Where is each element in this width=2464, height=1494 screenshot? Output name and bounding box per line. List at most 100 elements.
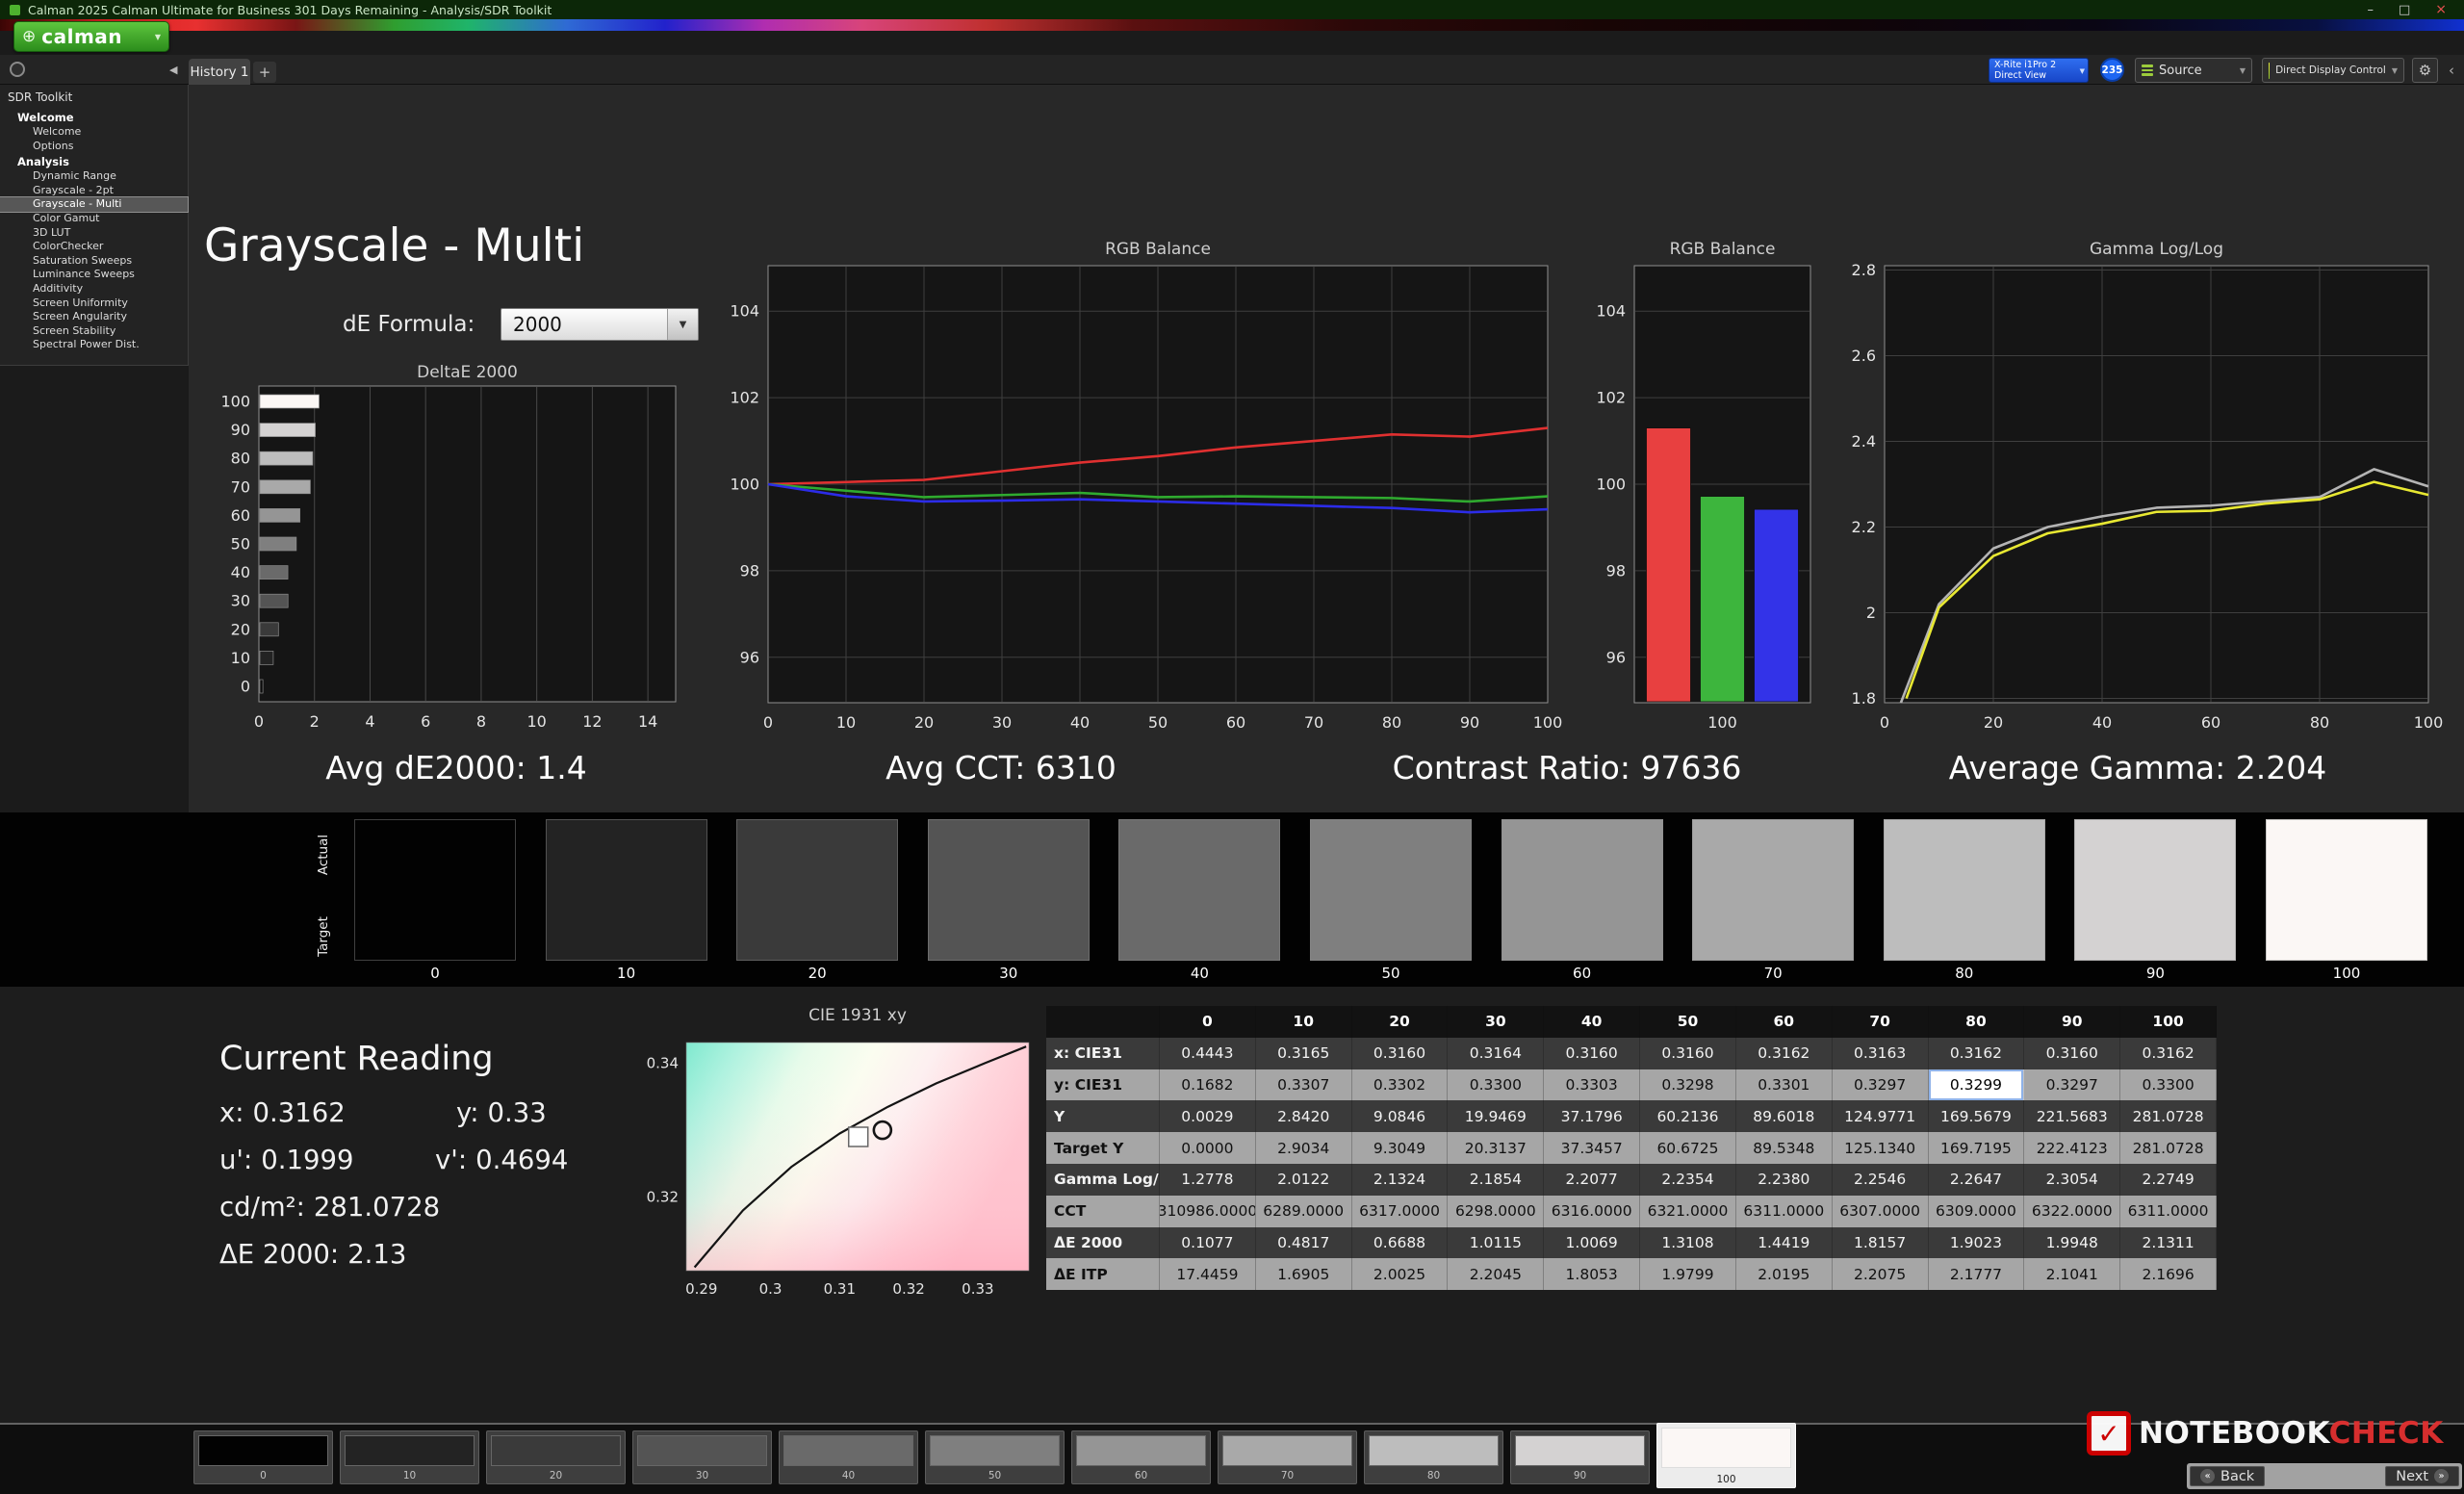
table-cell[interactable]: 310986.0000 [1160, 1196, 1256, 1227]
table-cell[interactable]: 1.8053 [1544, 1258, 1640, 1290]
table-cell[interactable]: 17.4459 [1160, 1258, 1256, 1290]
table-cell[interactable]: 281.0728 [2120, 1100, 2217, 1132]
table-cell[interactable]: 0.3299 [1929, 1069, 2025, 1101]
table-cell[interactable]: 1.4419 [1736, 1227, 1833, 1259]
table-cell[interactable]: 1.0069 [1544, 1227, 1640, 1259]
pattern-button-100[interactable]: 100 [1656, 1423, 1796, 1488]
table-cell[interactable]: 2.8420 [1256, 1100, 1352, 1132]
table-cell[interactable]: 169.7195 [1929, 1132, 2025, 1164]
minimize-button-icon[interactable]: – [2367, 4, 2374, 16]
pattern-button-60[interactable]: 60 [1071, 1430, 1211, 1484]
table-cell[interactable]: 89.6018 [1736, 1100, 1833, 1132]
table-cell[interactable]: 6309.0000 [1929, 1196, 2025, 1227]
table-cell[interactable]: 1.9948 [2024, 1227, 2120, 1259]
table-cell[interactable]: 0.0029 [1160, 1100, 1256, 1132]
table-cell[interactable]: 6322.0000 [2024, 1196, 2120, 1227]
table-cell[interactable]: 6316.0000 [1544, 1196, 1640, 1227]
table-cell[interactable]: 125.1340 [1833, 1132, 1929, 1164]
sidebar-item-grayscale-2pt[interactable]: Grayscale - 2pt [0, 184, 188, 198]
sidebar-section-welcome[interactable]: Welcome [0, 109, 188, 125]
calman-logo-button[interactable]: ⊕ calman ▼ [13, 21, 169, 52]
table-cell[interactable]: 0.6688 [1352, 1227, 1449, 1259]
table-cell[interactable]: 6311.0000 [2120, 1196, 2217, 1227]
source-dropdown[interactable]: Source ▼ [2135, 58, 2252, 83]
chevron-left-icon[interactable]: ◀ [169, 64, 177, 76]
table-cell[interactable]: 2.2045 [1448, 1258, 1544, 1290]
table-cell[interactable]: 1.9799 [1640, 1258, 1736, 1290]
sidebar-item-dynamic-range[interactable]: Dynamic Range [0, 169, 188, 184]
table-cell[interactable]: 2.2647 [1929, 1164, 2025, 1196]
table-cell[interactable]: 60.6725 [1640, 1132, 1736, 1164]
table-cell[interactable]: 124.9771 [1833, 1100, 1929, 1132]
pattern-button-40[interactable]: 40 [779, 1430, 918, 1484]
table-cell[interactable]: 37.1796 [1544, 1100, 1640, 1132]
sidebar-item-saturation-sweeps[interactable]: Saturation Sweeps [0, 254, 188, 269]
table-cell[interactable]: 2.9034 [1256, 1132, 1352, 1164]
table-cell[interactable]: 2.1777 [1929, 1258, 2025, 1290]
pattern-button-80[interactable]: 80 [1364, 1430, 1503, 1484]
table-cell[interactable]: 0.4443 [1160, 1038, 1256, 1069]
table-cell[interactable]: 6321.0000 [1640, 1196, 1736, 1227]
sidebar-item-welcome[interactable]: Welcome [0, 125, 188, 140]
table-cell[interactable]: 2.3054 [2024, 1164, 2120, 1196]
table-cell[interactable]: 0.3160 [2024, 1038, 2120, 1069]
table-cell[interactable]: 1.2778 [1160, 1164, 1256, 1196]
table-cell[interactable]: 2.2354 [1640, 1164, 1736, 1196]
table-cell[interactable]: 6311.0000 [1736, 1196, 1833, 1227]
table-cell[interactable]: 2.1324 [1352, 1164, 1449, 1196]
table-cell[interactable]: 0.3162 [1736, 1038, 1833, 1069]
sidebar-section-analysis[interactable]: Analysis [0, 153, 188, 169]
table-cell[interactable]: 0.1077 [1160, 1227, 1256, 1259]
table-cell[interactable]: 1.3108 [1640, 1227, 1736, 1259]
table-cell[interactable]: 2.1041 [2024, 1258, 2120, 1290]
table-cell[interactable]: 0.3307 [1256, 1069, 1352, 1101]
table-cell[interactable]: 0.3162 [1929, 1038, 2025, 1069]
panel-toggle-button[interactable] [10, 62, 25, 77]
table-cell[interactable]: 0.3162 [2120, 1038, 2217, 1069]
table-cell[interactable]: 19.9469 [1448, 1100, 1544, 1132]
meter-button[interactable]: X-Rite i1Pro 2 Direct View ▼ [1989, 58, 2089, 83]
table-cell[interactable]: 1.8157 [1833, 1227, 1929, 1259]
table-cell[interactable]: 6289.0000 [1256, 1196, 1352, 1227]
table-cell[interactable]: 2.0195 [1736, 1258, 1833, 1290]
table-cell[interactable]: 6298.0000 [1448, 1196, 1544, 1227]
table-cell[interactable]: 6307.0000 [1833, 1196, 1929, 1227]
table-cell[interactable]: 6317.0000 [1352, 1196, 1449, 1227]
table-cell[interactable]: 2.2075 [1833, 1258, 1929, 1290]
sidebar-item-options[interactable]: Options [0, 140, 188, 154]
table-cell[interactable]: 37.3457 [1544, 1132, 1640, 1164]
settings-button[interactable]: ⚙ [2412, 58, 2438, 83]
table-cell[interactable]: 2.1854 [1448, 1164, 1544, 1196]
table-cell[interactable]: 0.3301 [1736, 1069, 1833, 1101]
pattern-button-90[interactable]: 90 [1510, 1430, 1650, 1484]
table-cell[interactable]: 0.3165 [1256, 1038, 1352, 1069]
table-cell[interactable]: 20.3137 [1448, 1132, 1544, 1164]
table-cell[interactable]: 0.4817 [1256, 1227, 1352, 1259]
table-cell[interactable]: 2.0122 [1256, 1164, 1352, 1196]
table-cell[interactable]: 89.5348 [1736, 1132, 1833, 1164]
next-button[interactable]: Next » [2385, 1466, 2459, 1486]
sidebar-item-spectral-power-dist[interactable]: Spectral Power Dist. [0, 338, 188, 352]
table-cell[interactable]: 0.3300 [1448, 1069, 1544, 1101]
table-cell[interactable]: 1.0115 [1448, 1227, 1544, 1259]
sidebar-item-3d-lut[interactable]: 3D LUT [0, 226, 188, 241]
table-cell[interactable]: 0.3163 [1833, 1038, 1929, 1069]
table-cell[interactable]: 2.2546 [1833, 1164, 1929, 1196]
sidebar-item-colorchecker[interactable]: ColorChecker [0, 240, 188, 254]
table-cell[interactable]: 2.2749 [2120, 1164, 2217, 1196]
table-cell[interactable]: 281.0728 [2120, 1132, 2217, 1164]
table-cell[interactable]: 9.0846 [1352, 1100, 1449, 1132]
table-cell[interactable]: 2.2077 [1544, 1164, 1640, 1196]
sidebar-item-luminance-sweeps[interactable]: Luminance Sweeps [0, 268, 188, 282]
table-cell[interactable]: 221.5683 [2024, 1100, 2120, 1132]
sidebar-item-additivity[interactable]: Additivity [0, 282, 188, 296]
table-cell[interactable]: 0.1682 [1160, 1069, 1256, 1101]
table-cell[interactable]: 2.1311 [2120, 1227, 2217, 1259]
table-cell[interactable]: 0.0000 [1160, 1132, 1256, 1164]
table-cell[interactable]: 0.3160 [1352, 1038, 1449, 1069]
table-cell[interactable]: 0.3297 [1833, 1069, 1929, 1101]
sidebar-item-screen-uniformity[interactable]: Screen Uniformity [0, 296, 188, 311]
add-tab-button[interactable]: + [253, 62, 276, 83]
sidebar-item-screen-stability[interactable]: Screen Stability [0, 324, 188, 339]
table-cell[interactable]: 9.3049 [1352, 1132, 1449, 1164]
